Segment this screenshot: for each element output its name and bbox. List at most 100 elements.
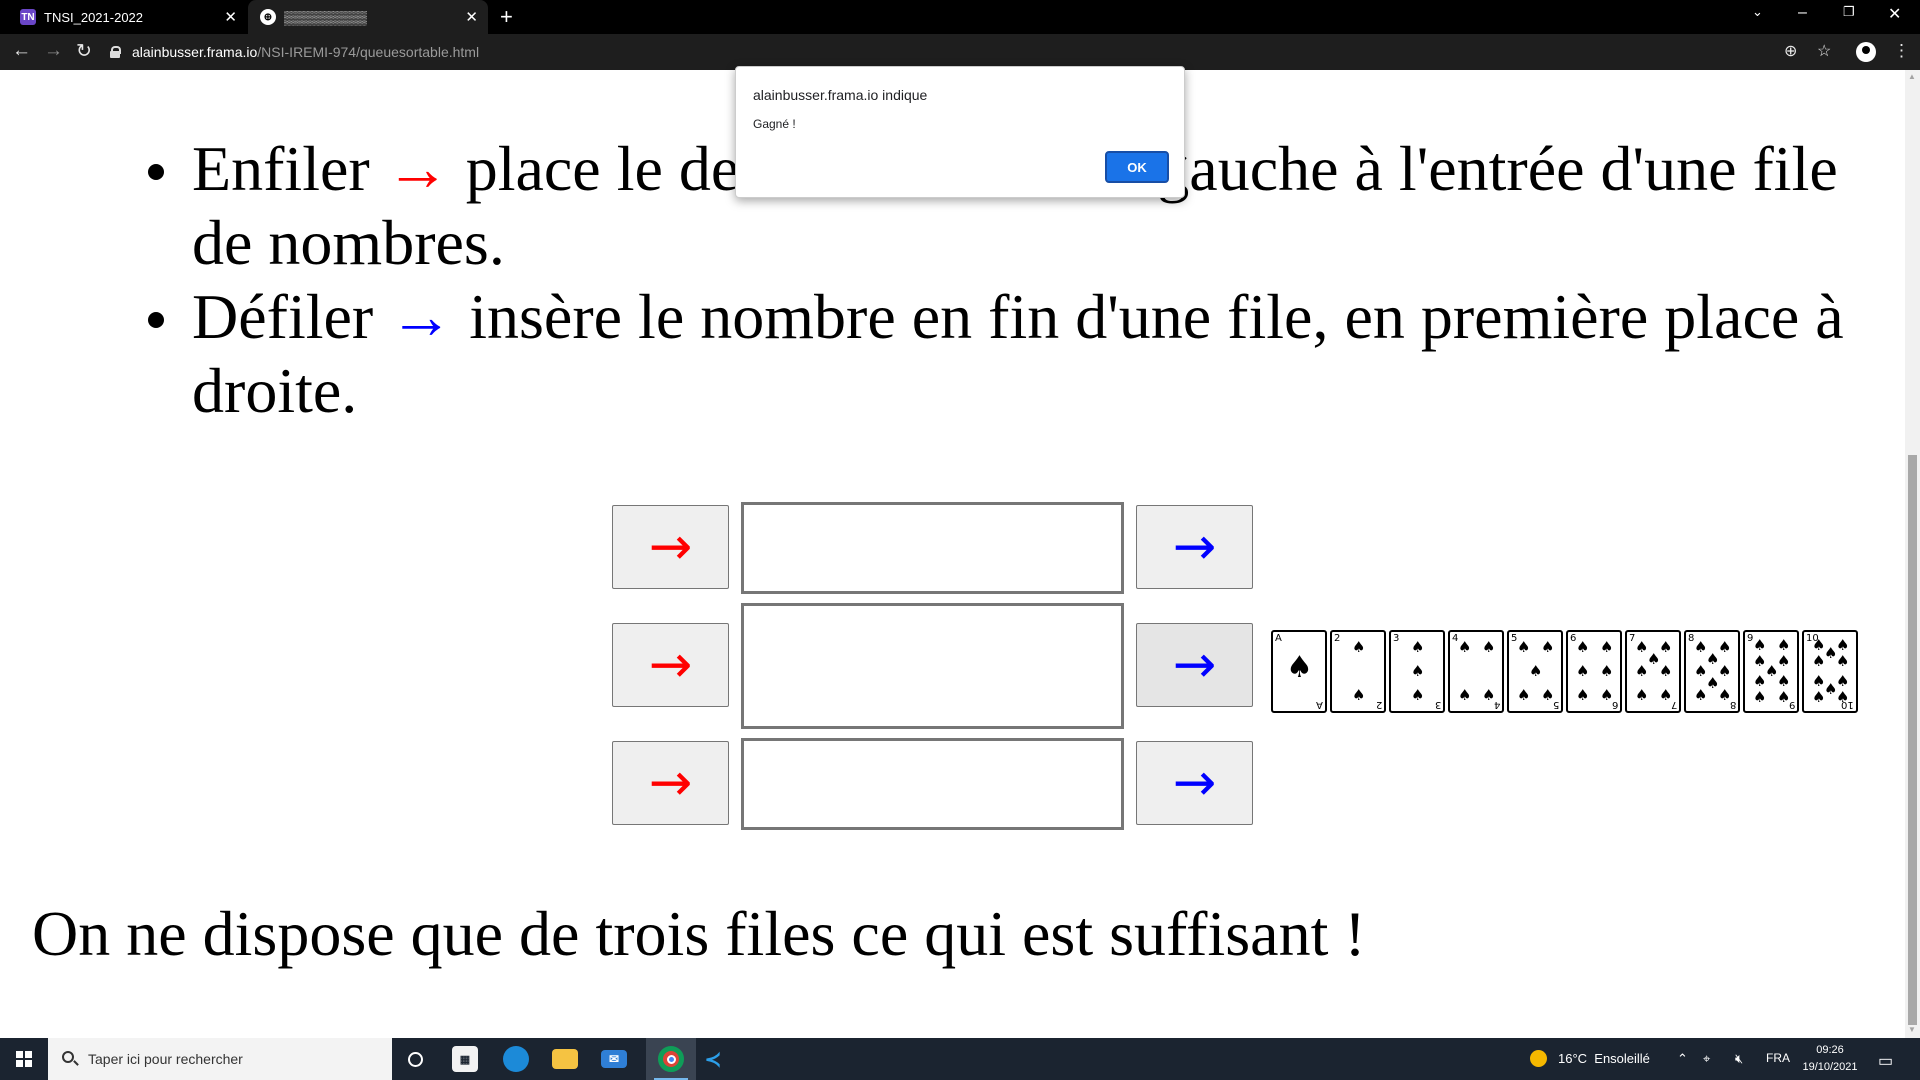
zoom-icon[interactable]: ⊕ [1784,41,1797,61]
scroll-up-icon[interactable]: ▲ [1908,72,1916,81]
spade-icon: ♠ [1411,638,1425,656]
weather-sun-icon [1530,1050,1547,1067]
playing-card-4[interactable]: 4 4 ♠ ♠ ♠ ♠ [1448,630,1504,713]
card-rank-inverted: 3 [1434,699,1441,710]
queue-box-2[interactable] [741,603,1124,729]
reload-icon[interactable]: ↻ [76,40,92,63]
forward-arrow-icon[interactable]: → [44,40,63,62]
volume-muted-icon[interactable]: 🔇︎ [1735,1051,1743,1067]
spade-icon: ♠ [1600,662,1614,680]
queue-box-3[interactable] [741,738,1124,830]
spade-icon: ♠ [1659,638,1673,656]
profile-avatar-icon[interactable] [1856,42,1876,62]
spade-icon: ♠ [1600,638,1614,656]
menu-kebab-icon[interactable]: ⋮ [1893,41,1910,61]
spade-icon: ♠ [1529,662,1543,680]
lock-icon [110,46,121,58]
playing-card-8[interactable]: 8 8 ♠ ♠ ♠ ♠ ♠ ♠ ♠ ♠ [1684,630,1740,713]
mail-icon[interactable]: ✉ [601,1050,627,1068]
spade-icon: ♠ [1411,662,1425,680]
spade-icon: ♠ [1458,638,1472,656]
enqueue-button-2[interactable]: → [612,623,729,707]
scroll-down-icon[interactable]: ▼ [1908,1025,1916,1034]
spade-icon: ♠ [1753,672,1767,690]
spade-icon: ♠ [1836,636,1850,654]
tab-queuesortable[interactable]: ⊕ ▒▒▒▒▒▒▒▒▒ ✕ [248,0,488,34]
taskbar-clock[interactable]: 09:26 19/10/2021 [1790,1042,1870,1076]
playing-card-9[interactable]: 9 9 ♠ ♠ ♠ ♠ ♠ ♠ ♠ ♠ ♠ [1743,630,1799,713]
playing-card-6[interactable]: 6 6 ♠ ♠ ♠ ♠ ♠ ♠ [1566,630,1622,713]
spade-icon: ♠ [1541,638,1555,656]
url-path: /NSI-IREMI-974/queuesortable.html [257,44,480,60]
minimize-button[interactable]: – [1798,4,1807,22]
spade-icon: ♠ [1659,686,1673,704]
playing-card-3[interactable]: 3 3 ♠ ♠ ♠ [1389,630,1445,713]
edge-icon[interactable] [503,1046,529,1072]
spade-icon: ♠ [1576,662,1590,680]
tab-close-icon[interactable]: ✕ [224,8,237,26]
vscode-icon[interactable]: ≺ [700,1046,726,1072]
dequeue-button-3[interactable]: → [1136,741,1253,825]
playing-card-2[interactable]: 2 2 ♠ ♠ [1330,630,1386,713]
spade-icon: ♠ [1718,662,1732,680]
tray-chevron-icon[interactable]: ⌃ [1677,1051,1688,1067]
playing-card-A[interactable]: A A ♠ [1271,630,1327,713]
spade-icon: ♠ [1718,686,1732,704]
dequeue-button-1[interactable]: → [1136,505,1253,589]
spade-icon: ♠ [1836,652,1850,670]
restore-button[interactable]: ❐ [1843,4,1855,20]
taskbar-search-placeholder: Taper ici pour rechercher [88,1051,243,1067]
enqueue-button-1[interactable]: → [612,505,729,589]
spade-icon: ♠ [1482,638,1496,656]
globe-icon: ⊕ [260,9,276,25]
dequeue-button-2[interactable]: → [1136,623,1253,707]
spade-icon: ♠ [1718,638,1732,656]
tab-search-chevron-icon[interactable]: ⌄ [1752,4,1763,20]
spade-icon: ♠ [1458,686,1472,704]
chrome-icon[interactable] [658,1046,684,1072]
tab-tnsi[interactable]: TN TNSI_2021-2022 ✕ [0,0,247,34]
spade-icon: ♠ [1777,636,1791,654]
spade-icon: ♠ [1659,662,1673,680]
spade-icon: ♠ [1812,652,1826,670]
footer-text: On ne dispose que de trois files ce qui … [32,898,1366,969]
page-scrollbar[interactable]: ▲ ▼ [1905,70,1920,1038]
browser-tab-strip: TN TNSI_2021-2022 ✕ ⊕ ▒▒▒▒▒▒▒▒▒ ✕ + ⌄ – … [0,0,1920,34]
spade-icon: ♠ [1600,686,1614,704]
weather-text[interactable]: 16°C Ensoleillé [1558,1051,1650,1066]
spade-icon: ♠ [1286,650,1313,685]
spade-icon: ♠ [1541,686,1555,704]
file-explorer-icon[interactable] [552,1049,578,1069]
windows-start-icon[interactable] [16,1051,32,1067]
bookmark-star-icon[interactable]: ☆ [1817,41,1831,61]
spade-icon: ♠ [1753,688,1767,706]
taskbar-search-box[interactable]: Taper ici pour rechercher [48,1038,392,1080]
spade-icon: ♠ [1812,688,1826,706]
spade-icon: ♠ [1352,686,1366,704]
address-bar[interactable]: alainbusser.frama.io/NSI-IREMI-974/queue… [110,38,1890,66]
playing-card-5[interactable]: 5 5 ♠ ♠ ♠ ♠ ♠ [1507,630,1563,713]
playing-card-7[interactable]: 7 7 ♠ ♠ ♠ ♠ ♠ ♠ ♠ [1625,630,1681,713]
new-tab-button[interactable]: + [500,4,513,30]
spade-icon: ♠ [1694,686,1708,704]
tab-close-icon[interactable]: ✕ [465,8,478,26]
spade-icon: ♠ [1576,686,1590,704]
store-icon[interactable]: ▦ [452,1046,478,1072]
spade-icon: ♠ [1753,636,1767,654]
language-indicator[interactable]: FRA [1766,1051,1790,1065]
bullet-text: insère le nombre en fin d'une file, en p… [469,281,1844,352]
playing-card-10[interactable]: 10 10 ♠ ♠ ♠ ♠ ♠ ♠ ♠ ♠ ♠ ♠ [1802,630,1858,713]
enqueue-button-3[interactable]: → [612,741,729,825]
tab-title: TNSI_2021-2022 [44,9,144,25]
url-host: alainbusser.frama.io [132,44,258,60]
network-icon[interactable]: ⌖ [1703,1051,1710,1067]
back-arrow-icon[interactable]: ← [12,40,31,62]
window-close-button[interactable]: ✕ [1888,4,1901,24]
queue-box-1[interactable] [741,502,1124,594]
search-icon [62,1051,74,1063]
task-view-icon[interactable] [402,1046,428,1072]
alert-ok-button[interactable]: OK [1105,151,1169,183]
scrollbar-thumb[interactable] [1908,455,1917,1025]
notification-icon[interactable]: ▭ [1878,1051,1893,1071]
spade-icon: ♠ [1411,686,1425,704]
